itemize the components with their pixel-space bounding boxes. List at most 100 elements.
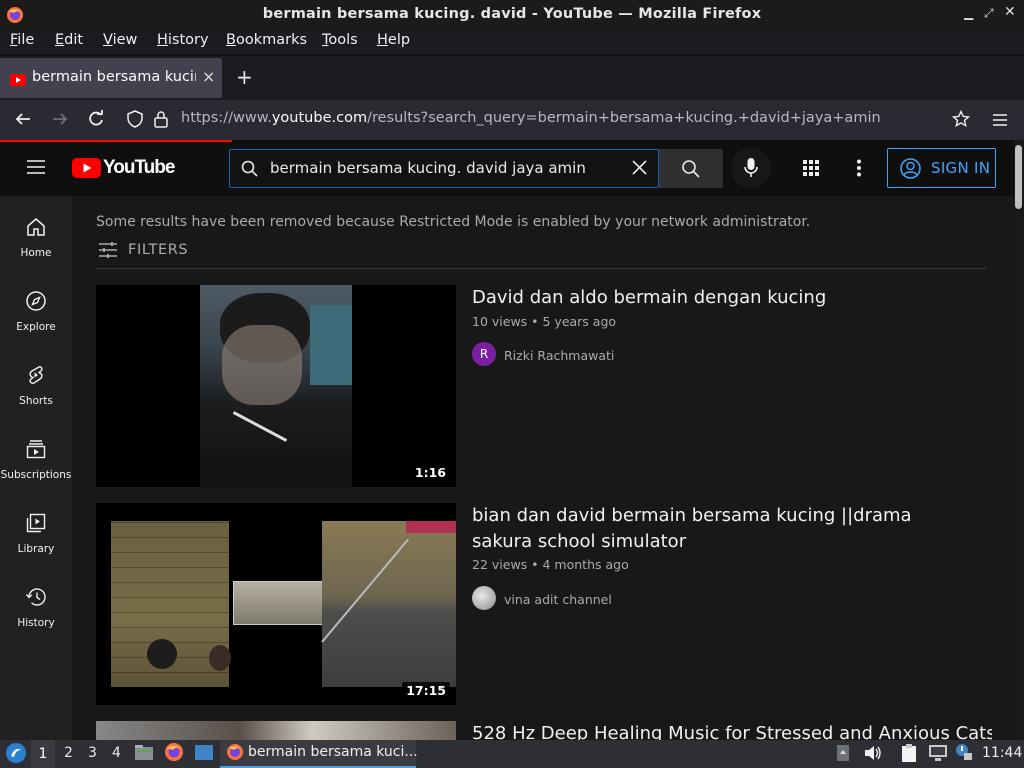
menu-help[interactable]: Help xyxy=(377,32,410,48)
start-menu-icon[interactable] xyxy=(5,742,27,768)
file-manager-icon[interactable] xyxy=(134,742,154,766)
minimize-icon[interactable]: ▁ xyxy=(964,6,973,20)
sidebar-item-shorts[interactable]: Shorts xyxy=(0,364,72,407)
firefox-launcher-icon[interactable] xyxy=(164,742,184,766)
sidebar-item-label: Explore xyxy=(16,321,56,333)
youtube-logo-text: YouTube xyxy=(103,157,175,178)
video-title[interactable]: 528 Hz Deep Healing Music for Stressed a… xyxy=(472,721,992,740)
filters-button[interactable]: FILTERS xyxy=(128,242,188,258)
video-duration: 1:16 xyxy=(410,464,450,481)
close-window-icon[interactable]: ✕ xyxy=(1004,4,1016,20)
more-options-icon[interactable] xyxy=(856,159,862,181)
sign-in-label: SIGN IN xyxy=(931,159,991,177)
sidebar-item-label: Home xyxy=(20,247,52,259)
restricted-mode-notice: Some results have been removed because R… xyxy=(96,214,811,230)
search-input[interactable]: bermain bersama kucing. david jaya amin xyxy=(270,159,586,177)
apps-grid-icon[interactable] xyxy=(803,160,819,180)
thumbnail-image xyxy=(233,581,323,625)
tray-up-arrow-icon[interactable] xyxy=(836,744,850,766)
url-path: /results?search_query=bermain+bersama+ku… xyxy=(367,110,881,126)
sidebar-item-library[interactable]: Library xyxy=(0,512,72,555)
subscriptions-icon xyxy=(26,440,46,459)
scrollbar-thumb[interactable] xyxy=(1015,145,1022,209)
taskbar-clock: 11:44 xyxy=(982,745,1023,761)
thumbnail-image xyxy=(111,521,231,687)
search-button[interactable] xyxy=(659,149,723,188)
menu-view[interactable]: View xyxy=(103,32,137,48)
network-icon[interactable] xyxy=(928,744,948,766)
youtube-logo[interactable]: YouTube xyxy=(72,157,175,179)
app-menu-icon[interactable] xyxy=(992,112,1008,131)
tab-label: bermain bersama kucing. d xyxy=(32,69,196,85)
sidebar-item-label: History xyxy=(17,617,55,629)
reload-icon[interactable] xyxy=(87,110,105,132)
clear-search-icon[interactable] xyxy=(632,160,647,179)
channel-avatar[interactable] xyxy=(472,586,496,610)
back-icon[interactable] xyxy=(14,110,32,132)
youtube-favicon-icon xyxy=(10,71,26,90)
video-meta: 10 views • 5 years ago xyxy=(472,314,617,329)
menu-bookmarks[interactable]: Bookmarks xyxy=(226,32,307,48)
video-thumbnail[interactable]: 1:16 xyxy=(96,285,456,487)
channel-name[interactable]: vina adit channel xyxy=(504,592,612,607)
video-thumbnail[interactable] xyxy=(96,721,456,740)
lock-icon[interactable] xyxy=(154,110,168,132)
update-notifier-icon[interactable] xyxy=(955,743,973,765)
video-thumbnail[interactable]: 17:15 xyxy=(96,503,456,705)
sidebar-item-label: Library xyxy=(17,543,55,555)
thumbnail-image xyxy=(321,521,456,687)
video-title[interactable]: David dan aldo bermain dengan kucing xyxy=(472,285,942,311)
video-title-clip: 528 Hz Deep Healing Music for Stressed a… xyxy=(472,721,992,740)
tab-youtube[interactable]: bermain bersama kucing. d × xyxy=(0,58,222,98)
video-meta: 22 views • 4 months ago xyxy=(472,557,629,572)
menu-bar: File Edit View History Bookmarks Tools H… xyxy=(0,30,1024,54)
search-icon xyxy=(681,159,700,182)
show-desktop-icon[interactable] xyxy=(194,744,214,766)
sidebar-item-subscriptions[interactable]: Subscriptions xyxy=(0,438,72,481)
bookmark-star-icon[interactable] xyxy=(951,109,971,132)
navigation-bar: https://www.youtube.com/results?search_q… xyxy=(0,100,1024,140)
sidebar-item-explore[interactable]: Explore xyxy=(0,290,72,333)
tracking-shield-icon[interactable] xyxy=(127,110,143,132)
window-titlebar: bermain bersama kucing. david - YouTube … xyxy=(0,0,1024,30)
sidebar-item-history[interactable]: History xyxy=(0,586,72,629)
menu-tools[interactable]: Tools xyxy=(322,32,358,48)
filters-divider xyxy=(96,268,986,269)
hamburger-menu-icon[interactable] xyxy=(26,158,46,180)
tab-strip: bermain bersama kucing. d × + xyxy=(0,56,1024,100)
youtube-logo-icon xyxy=(72,158,101,178)
video-title[interactable]: bian dan david bermain bersama kucing ||… xyxy=(472,503,942,555)
workspace-3[interactable]: 3 xyxy=(88,745,97,761)
url-host: youtube.com xyxy=(271,110,368,126)
video-duration: 17:15 xyxy=(402,682,450,699)
channel-name[interactable]: Rizki Rachmawati xyxy=(504,348,614,363)
filters-icon[interactable] xyxy=(98,241,118,263)
microphone-icon xyxy=(744,157,758,183)
tab-close-icon[interactable]: × xyxy=(202,67,215,86)
voice-search-button[interactable] xyxy=(731,148,771,188)
channel-avatar[interactable]: R xyxy=(472,342,496,366)
address-bar[interactable]: https://www.youtube.com/results?search_q… xyxy=(181,110,881,126)
window-title: bermain bersama kucing. david - YouTube … xyxy=(262,6,762,22)
page-scrollbar[interactable] xyxy=(1014,140,1024,740)
menu-file[interactable]: File xyxy=(10,32,34,48)
search-field-icon xyxy=(241,160,258,181)
menu-history[interactable]: History xyxy=(157,32,209,48)
workspace-1[interactable]: 1 xyxy=(31,740,55,768)
shorts-icon xyxy=(29,366,43,384)
new-tab-button[interactable]: + xyxy=(236,65,253,89)
home-icon xyxy=(27,218,45,236)
workspace-2[interactable]: 2 xyxy=(64,745,73,761)
sidebar-item-label: Subscriptions xyxy=(0,469,72,481)
taskbar-firefox-icon xyxy=(226,743,244,765)
library-icon xyxy=(26,513,46,533)
maximize-icon[interactable]: ⤢ xyxy=(984,6,994,21)
forward-icon[interactable] xyxy=(51,110,69,132)
menu-edit[interactable]: Edit xyxy=(55,32,83,48)
sidebar-item-label: Shorts xyxy=(19,395,53,407)
workspace-4[interactable]: 4 xyxy=(112,745,121,761)
sidebar-item-home[interactable]: Home xyxy=(0,216,72,259)
url-scheme: https://www. xyxy=(181,110,272,126)
volume-icon[interactable] xyxy=(864,745,882,765)
clipboard-icon[interactable] xyxy=(900,743,918,767)
